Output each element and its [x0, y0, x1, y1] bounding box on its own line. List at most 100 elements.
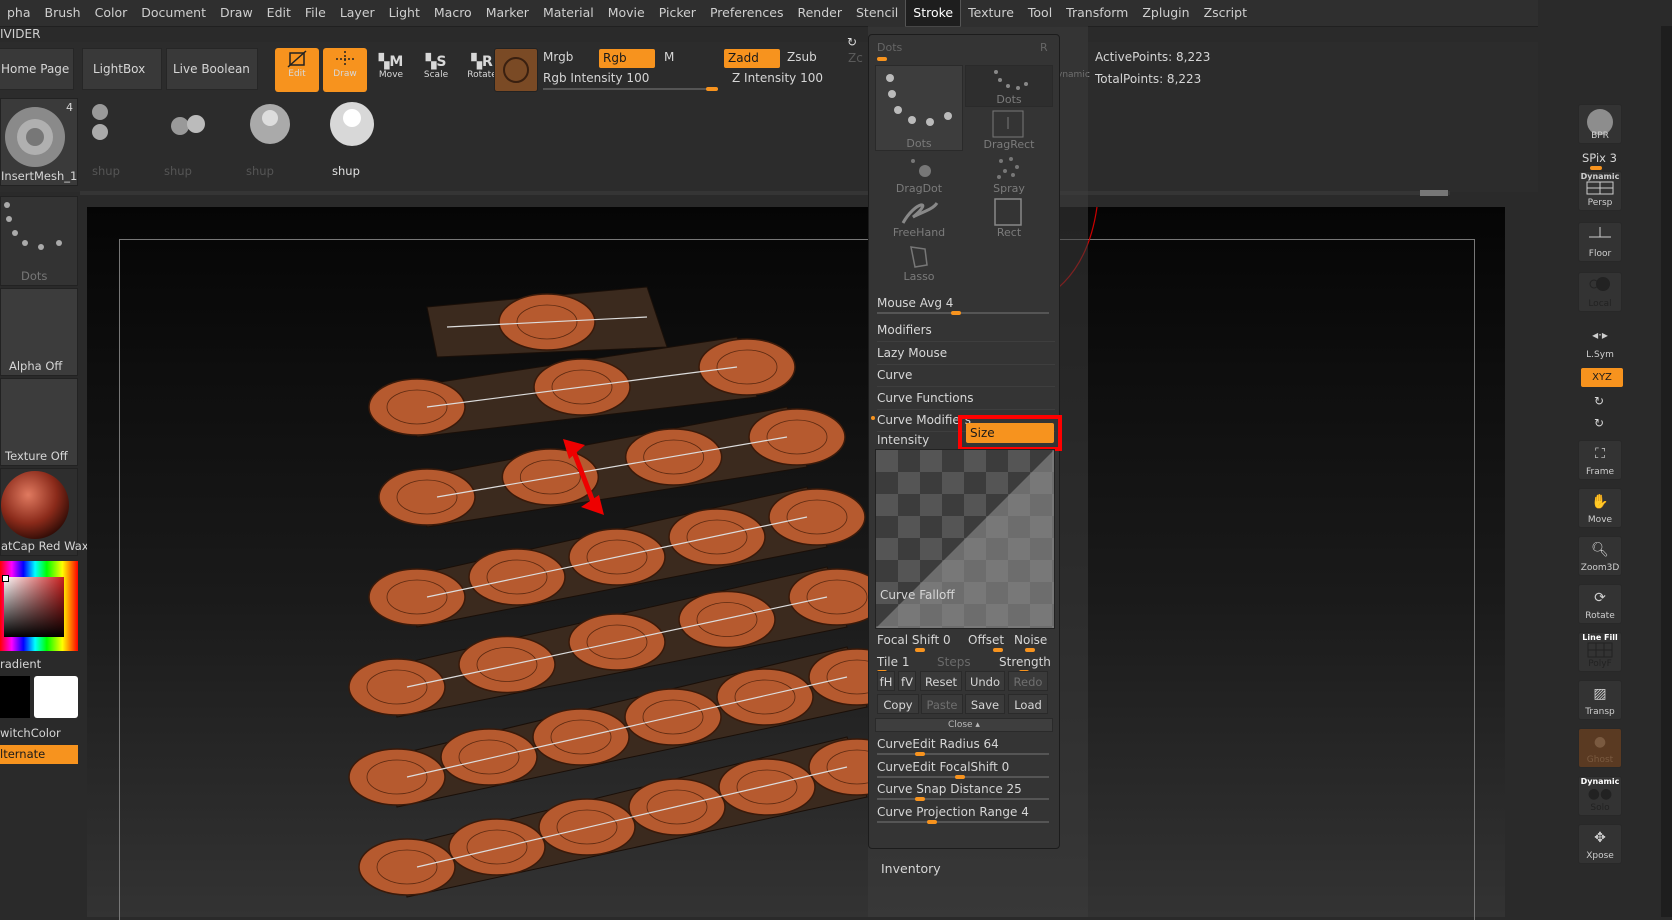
- polyf-button[interactable]: Line Fill PolyF: [1578, 632, 1622, 672]
- menu-item-tool[interactable]: Tool: [1021, 0, 1059, 26]
- gradient-label[interactable]: radient: [0, 657, 41, 671]
- paste-button[interactable]: Paste: [921, 694, 963, 714]
- intensity-tab[interactable]: Intensity: [877, 433, 929, 447]
- menu-item-marker[interactable]: Marker: [479, 0, 536, 26]
- menu-item-stroke[interactable]: Stroke: [905, 0, 962, 27]
- curveedit-focalshift-knob[interactable]: [955, 774, 965, 779]
- stroke-type-rect[interactable]: Rect: [965, 197, 1053, 239]
- menu-item-movie[interactable]: Movie: [601, 0, 652, 26]
- curve-projection-slider[interactable]: Curve Projection Range 4: [877, 805, 1029, 819]
- xyz-button[interactable]: XYZ: [1581, 368, 1623, 387]
- zoom3d-button[interactable]: 🔍︎ Zoom3D: [1578, 536, 1622, 576]
- alternate-button[interactable]: lternate: [0, 745, 78, 764]
- menu-item-file[interactable]: File: [298, 0, 333, 26]
- lsym-button[interactable]: ◂·▸ L.Sym: [1578, 322, 1622, 362]
- section-curve[interactable]: Curve: [877, 364, 1055, 387]
- copy-button[interactable]: Copy: [877, 694, 919, 714]
- ghost-button[interactable]: ● Ghost: [1578, 728, 1622, 768]
- undo-button[interactable]: Undo: [965, 671, 1005, 691]
- draw-button[interactable]: Draw: [323, 48, 367, 92]
- section-modifiers[interactable]: Modifiers: [877, 319, 1055, 342]
- stroke-type-dragrect[interactable]: DragRect: [965, 109, 1053, 151]
- material-selector[interactable]: atCap Red Wax: [0, 468, 89, 556]
- mrgb-button[interactable]: Mrgb: [543, 50, 573, 64]
- solo-button[interactable]: Dynamic ●● Solo: [1578, 776, 1622, 816]
- menu-item-zscript[interactable]: Zscript: [1197, 0, 1254, 26]
- rotate-z-icon[interactable]: ↻: [1594, 416, 1604, 430]
- color-picker-cursor[interactable]: [2, 575, 9, 582]
- persp-button[interactable]: Dynamic Persp: [1578, 171, 1622, 211]
- alpha-selector[interactable]: Alpha Off: [0, 288, 78, 376]
- curve-projection-knob[interactable]: [927, 819, 937, 824]
- menu-item-zplugin[interactable]: Zplugin: [1135, 0, 1196, 26]
- spix-knob[interactable]: [1590, 166, 1602, 170]
- color-picker[interactable]: [0, 561, 78, 651]
- menu-item-color[interactable]: Color: [88, 0, 135, 26]
- curveedit-radius-knob[interactable]: [915, 752, 925, 756]
- mouse-avg-slider[interactable]: Mouse Avg 4: [877, 296, 953, 310]
- noise-slider[interactable]: Noise: [1014, 633, 1047, 647]
- shelf-tool-shup-2[interactable]: shup: [158, 98, 234, 184]
- secondary-color-swatch[interactable]: [0, 676, 30, 718]
- scale-button[interactable]: ▚S Scale: [414, 48, 458, 92]
- menu-item-document[interactable]: Document: [134, 0, 213, 26]
- close-button[interactable]: Close ▴: [875, 718, 1053, 732]
- bpr-button[interactable]: BPR: [1578, 104, 1622, 144]
- zadd-button[interactable]: Zadd: [724, 49, 780, 68]
- shelf-tool-shup-4[interactable]: shup: [322, 98, 398, 184]
- rotate-view-button[interactable]: ⟳ Rotate: [1578, 584, 1622, 624]
- menu-item-stencil[interactable]: Stencil: [849, 0, 905, 26]
- focal-shift-slider[interactable]: Focal Shift 0: [877, 633, 951, 647]
- rotate-y-icon[interactable]: ↻: [1594, 394, 1604, 408]
- menu-item-brush[interactable]: Brush: [38, 0, 88, 26]
- curveedit-radius-slider[interactable]: CurveEdit Radius 64: [877, 737, 999, 751]
- dots-size-slider[interactable]: Dots: [877, 41, 1039, 55]
- rgb-intensity-slider[interactable]: Rgb Intensity 100: [543, 71, 649, 85]
- offset-knob[interactable]: [993, 648, 1003, 652]
- lightbox-button[interactable]: LightBox: [82, 48, 162, 90]
- curveedit-focalshift-slider[interactable]: CurveEdit FocalShift 0: [877, 760, 1009, 774]
- frame-button[interactable]: ⛶ Frame: [1578, 440, 1622, 480]
- shelf-tool-shup-1[interactable]: shup: [86, 98, 162, 184]
- noise-knob[interactable]: [1025, 648, 1035, 652]
- focal-shift-knob[interactable]: [915, 648, 925, 652]
- transp-button[interactable]: ▨ Transp: [1578, 680, 1622, 720]
- stroke-type-spray[interactable]: Spray: [965, 153, 1053, 195]
- stroke-type-lasso[interactable]: Lasso: [875, 241, 963, 283]
- switch-color-button[interactable]: witchColor: [0, 726, 61, 740]
- menu-item-preferences[interactable]: Preferences: [703, 0, 791, 26]
- menu-item-light[interactable]: Light: [382, 0, 427, 26]
- menu-item-texture[interactable]: Texture: [961, 0, 1021, 26]
- mouse-avg-knob[interactable]: [951, 311, 961, 315]
- stroke-type-dots[interactable]: Dots: [965, 65, 1053, 107]
- curve-snap-knob[interactable]: [915, 797, 925, 801]
- refresh-icon[interactable]: ↻: [847, 35, 857, 49]
- inventory-label[interactable]: Inventory: [881, 861, 941, 876]
- spix-slider[interactable]: SPix 3: [1582, 151, 1617, 165]
- save-button[interactable]: Save: [965, 694, 1005, 714]
- xpose-button[interactable]: ✥ Xpose: [1578, 824, 1622, 864]
- floor-button[interactable]: Floor: [1578, 222, 1622, 262]
- insert-mesh-tool[interactable]: 4 InsertMesh_1: [0, 98, 78, 186]
- color-picker-square[interactable]: [4, 577, 64, 637]
- menu-item-picker[interactable]: Picker: [652, 0, 703, 26]
- redo-button[interactable]: Redo: [1008, 671, 1048, 691]
- menu-item-pha[interactable]: pha: [0, 0, 38, 26]
- zsub-button[interactable]: Zsub: [787, 50, 817, 64]
- menu-item-material[interactable]: Material: [536, 0, 601, 26]
- section-curve-functions[interactable]: Curve Functions: [877, 387, 1055, 410]
- z-intensity-slider[interactable]: Z Intensity 100: [732, 71, 823, 85]
- live-boolean-button[interactable]: Live Boolean: [166, 48, 258, 90]
- shelf-tool-shup-3[interactable]: shup: [240, 98, 316, 184]
- viewport-canvas[interactable]: [87, 207, 1505, 920]
- move-view-button[interactable]: ✋ Move: [1578, 488, 1622, 528]
- curve-snap-slider[interactable]: Curve Snap Distance 25: [877, 782, 1022, 796]
- steps-slider[interactable]: Steps: [937, 655, 971, 669]
- menu-item-transform[interactable]: Transform: [1059, 0, 1135, 26]
- menu-item-draw[interactable]: Draw: [213, 0, 260, 26]
- dots-slider-knob[interactable]: [877, 57, 887, 61]
- m-button[interactable]: M: [664, 50, 674, 64]
- menu-item-render[interactable]: Render: [790, 0, 849, 26]
- shelf-scrollbar[interactable]: [80, 191, 1450, 195]
- menu-item-edit[interactable]: Edit: [260, 0, 298, 26]
